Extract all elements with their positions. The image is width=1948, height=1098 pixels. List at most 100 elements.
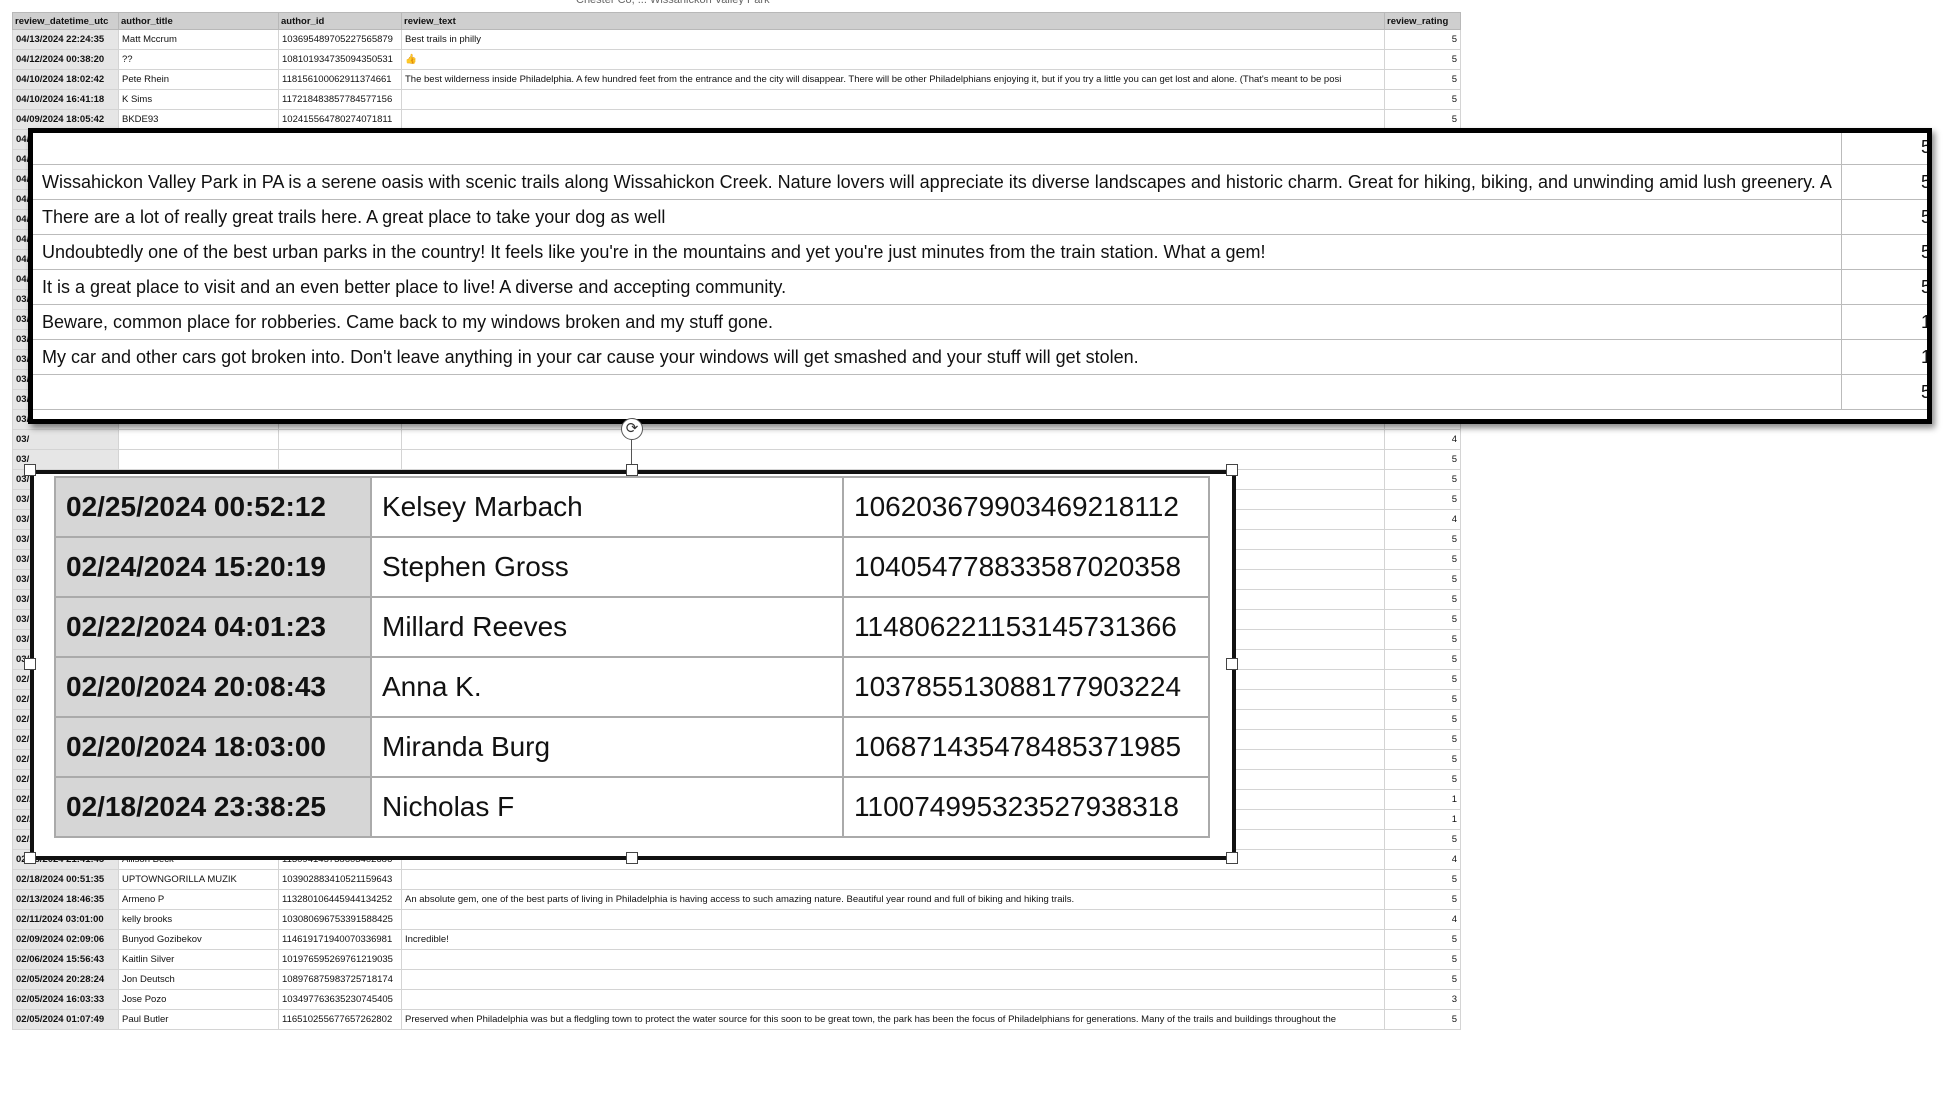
author-id-cell[interactable]: 118156100062911374661 [278, 69, 402, 90]
rating-cell[interactable]: 4 [1384, 909, 1461, 930]
zoomed-review-text-panel[interactable]: 5 Wissahickon Valley Park in PA is a sere… [28, 128, 1932, 424]
author-id-cell[interactable]: 103497763635230745405 [278, 989, 402, 1010]
date-cell[interactable]: 02/05/2024 16:03:33 [12, 989, 119, 1010]
author-cell[interactable] [118, 449, 279, 470]
rating-cell[interactable]: 5 [1384, 549, 1461, 570]
rating-cell[interactable]: 1 [1384, 809, 1461, 830]
rating-cell[interactable]: 5 [1384, 649, 1461, 670]
rating-cell[interactable]: 5 [1384, 749, 1461, 770]
rating-cell[interactable]: 5 [1384, 109, 1461, 130]
author-id-cell[interactable]: 117218483857784577156 [278, 89, 402, 110]
rating-cell[interactable]: 5 [1384, 609, 1461, 630]
author-id-cell[interactable]: 102415564780274071811 [278, 109, 402, 130]
author-id-cell[interactable]: 108976875983725718174 [278, 969, 402, 990]
zoomed-author-panel[interactable]: 02/25/2024 00:52:12 Kelsey Marbach 1062036… [30, 470, 1236, 860]
rating-cell[interactable]: 5 [1384, 949, 1461, 970]
rating-cell[interactable]: 5 [1384, 569, 1461, 590]
author-cell[interactable]: Paul Butler [118, 1009, 279, 1030]
author-cell[interactable]: BKDE93 [118, 109, 279, 130]
rating-cell[interactable]: 5 [1384, 589, 1461, 610]
date-cell[interactable]: 02/05/2024 01:07:49 [12, 1009, 119, 1030]
author-cell[interactable]: Jose Pozo [118, 989, 279, 1010]
table-row[interactable]: 02/11/2024 03:01:00 kelly brooks 103080696… [12, 909, 1461, 930]
table-row[interactable]: 04/13/2024 22:24:35 Matt Mccrum 1036954897… [12, 29, 1461, 50]
table-row[interactable]: 02/09/2024 02:09:06 Bunyod Gozibekov 11461… [12, 929, 1461, 950]
resize-handle-bottom-mid[interactable] [626, 852, 638, 864]
author-id-cell[interactable]: 113280106445944134252 [278, 889, 402, 910]
review-text-cell[interactable]: Incredible! [401, 929, 1385, 950]
review-text-cell[interactable]: An absolute gem, one of the best parts o… [401, 889, 1385, 910]
date-cell[interactable]: 04/13/2024 22:24:35 [12, 29, 119, 50]
table-row[interactable]: 02/05/2024 20:28:24 Jon Deutsch 1089768759… [12, 969, 1461, 990]
author-cell[interactable]: Bunyod Gozibekov [118, 929, 279, 950]
date-cell[interactable]: 02/06/2024 15:56:43 [12, 949, 119, 970]
author-cell[interactable]: Pete Rhein [118, 69, 279, 90]
date-cell[interactable]: 04/12/2024 00:38:20 [12, 49, 119, 70]
date-cell[interactable]: 02/09/2024 02:09:06 [12, 929, 119, 950]
author-id-cell[interactable]: 101976595269761219035 [278, 949, 402, 970]
rating-cell[interactable]: 5 [1384, 449, 1461, 470]
rating-cell[interactable]: 5 [1384, 1009, 1461, 1030]
table-row[interactable]: 02/06/2024 15:56:43 Kaitlin Silver 1019765… [12, 949, 1461, 970]
rating-cell[interactable]: 5 [1384, 729, 1461, 750]
resize-handle-bottom-right[interactable] [1226, 852, 1238, 864]
date-cell[interactable]: 02/05/2024 20:28:24 [12, 969, 119, 990]
resize-handle-mid-right[interactable] [1226, 658, 1238, 670]
review-text-cell[interactable] [401, 909, 1385, 930]
date-cell[interactable]: 02/11/2024 03:01:00 [12, 909, 119, 930]
rotate-handle-icon[interactable]: ⟳ [621, 418, 643, 440]
author-id-cell[interactable]: 116510255677657262802 [278, 1009, 402, 1030]
rating-cell[interactable]: 5 [1384, 489, 1461, 510]
review-text-cell[interactable]: 👍 [401, 49, 1385, 70]
rating-cell[interactable]: 5 [1384, 829, 1461, 850]
rating-cell[interactable]: 5 [1384, 529, 1461, 550]
column-header[interactable]: review_text [401, 12, 1385, 30]
author-id-cell[interactable]: 103902883410521159643 [278, 869, 402, 890]
column-header[interactable]: author_title [118, 12, 279, 30]
author-id-cell[interactable]: 103695489705227565879 [278, 29, 402, 50]
review-text-cell[interactable]: Best trails in philly [401, 29, 1385, 50]
rating-cell[interactable]: 5 [1384, 629, 1461, 650]
review-text-cell[interactable] [401, 969, 1385, 990]
rating-cell[interactable]: 5 [1384, 769, 1461, 790]
rating-cell[interactable]: 3 [1384, 989, 1461, 1010]
author-cell[interactable]: Armeno P [118, 889, 279, 910]
resize-handle-top-mid[interactable] [626, 464, 638, 476]
date-cell[interactable]: 02/18/2024 00:51:35 [12, 869, 119, 890]
table-row[interactable]: 02/05/2024 16:03:33 Jose Pozo 103497763635… [12, 989, 1461, 1010]
rating-cell[interactable]: 4 [1384, 849, 1461, 870]
review-text-cell[interactable]: Preserved when Philadelphia was but a fl… [401, 1009, 1385, 1030]
author-id-cell[interactable]: 103080696753391588425 [278, 909, 402, 930]
rating-cell[interactable]: 4 [1384, 429, 1461, 450]
table-row[interactable]: 04/12/2024 00:38:20?? 1081019347350943505… [12, 49, 1461, 70]
table-row[interactable]: 04/10/2024 18:02:42 Pete Rhein 11815610006… [12, 69, 1461, 90]
author-cell[interactable]: kelly brooks [118, 909, 279, 930]
table-row[interactable]: 02/05/2024 01:07:49 Paul Butler 1165102556… [12, 1009, 1461, 1030]
rating-cell[interactable]: 5 [1384, 929, 1461, 950]
date-cell[interactable]: 04/09/2024 18:05:42 [12, 109, 119, 130]
date-cell[interactable]: 04/10/2024 16:41:18 [12, 89, 119, 110]
author-id-cell[interactable] [278, 429, 402, 450]
review-text-cell[interactable] [401, 89, 1385, 110]
author-cell[interactable]: Kaitlin Silver [118, 949, 279, 970]
author-cell[interactable]: K Sims [118, 89, 279, 110]
column-header[interactable]: review_rating [1384, 12, 1461, 30]
date-cell[interactable]: 04/10/2024 18:02:42 [12, 69, 119, 90]
rating-cell[interactable]: 1 [1384, 789, 1461, 810]
table-row[interactable]: 02/13/2024 18:46:35 Armeno P 1132801064459… [12, 889, 1461, 910]
rating-cell[interactable]: 5 [1384, 29, 1461, 50]
review-text-cell[interactable] [401, 869, 1385, 890]
rating-cell[interactable]: 5 [1384, 69, 1461, 90]
rating-cell[interactable]: 5 [1384, 869, 1461, 890]
rating-cell[interactable]: 5 [1384, 969, 1461, 990]
column-header[interactable]: review_datetime_utc [12, 12, 119, 30]
author-cell[interactable]: Jon Deutsch [118, 969, 279, 990]
table-row[interactable]: 03/4 [12, 429, 1461, 450]
review-text-cell[interactable]: The best wilderness inside Philadelphia.… [401, 69, 1385, 90]
table-row[interactable]: 02/18/2024 00:51:35 UPTOWNGORILLA MUZIK 10… [12, 869, 1461, 890]
rating-cell[interactable]: 5 [1384, 689, 1461, 710]
author-cell[interactable]: Matt Mccrum [118, 29, 279, 50]
author-id-cell[interactable]: 108101934735094350531 [278, 49, 402, 70]
table-row[interactable]: 03/5 [12, 449, 1461, 470]
date-cell[interactable]: 02/13/2024 18:46:35 [12, 889, 119, 910]
